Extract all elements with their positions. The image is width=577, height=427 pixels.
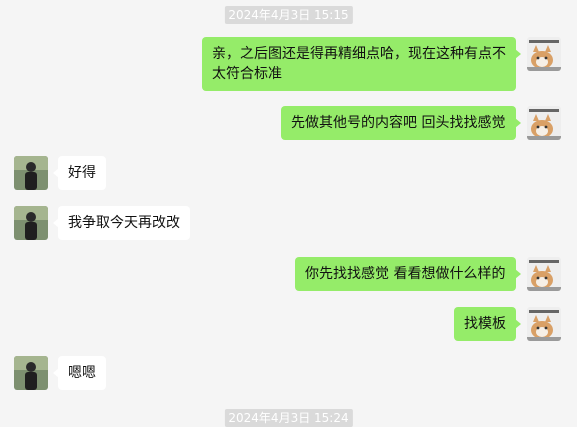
message-bubble-outgoing[interactable]: 先做其他号的内容吧 回头找找感觉	[281, 106, 521, 140]
timestamp: 2024年4月3日 15:15	[224, 6, 353, 24]
cat-avatar-icon[interactable]	[527, 37, 561, 71]
message-bubble-outgoing[interactable]: 你先找找感觉 看看想做什么样的	[295, 257, 521, 291]
timestamp: 2024年4月3日 15:24	[224, 409, 353, 427]
message-bubble-incoming[interactable]: 嗯嗯	[53, 356, 106, 390]
person-avatar-icon[interactable]	[14, 156, 48, 190]
message-bubble-incoming[interactable]: 好得	[53, 156, 106, 190]
message-bubble-outgoing[interactable]: 找模板	[454, 307, 521, 341]
cat-avatar-icon[interactable]	[527, 106, 561, 140]
person-avatar-icon[interactable]	[14, 356, 48, 390]
cat-avatar-icon[interactable]	[527, 257, 561, 291]
message-bubble-incoming[interactable]: 我争取今天再改改	[53, 206, 190, 240]
person-avatar-icon[interactable]	[14, 206, 48, 240]
cat-avatar-icon[interactable]	[527, 307, 561, 341]
message-bubble-outgoing[interactable]: 亲，之后图还是得再精细点哈，现在这种有点不太符合标准	[202, 37, 521, 91]
